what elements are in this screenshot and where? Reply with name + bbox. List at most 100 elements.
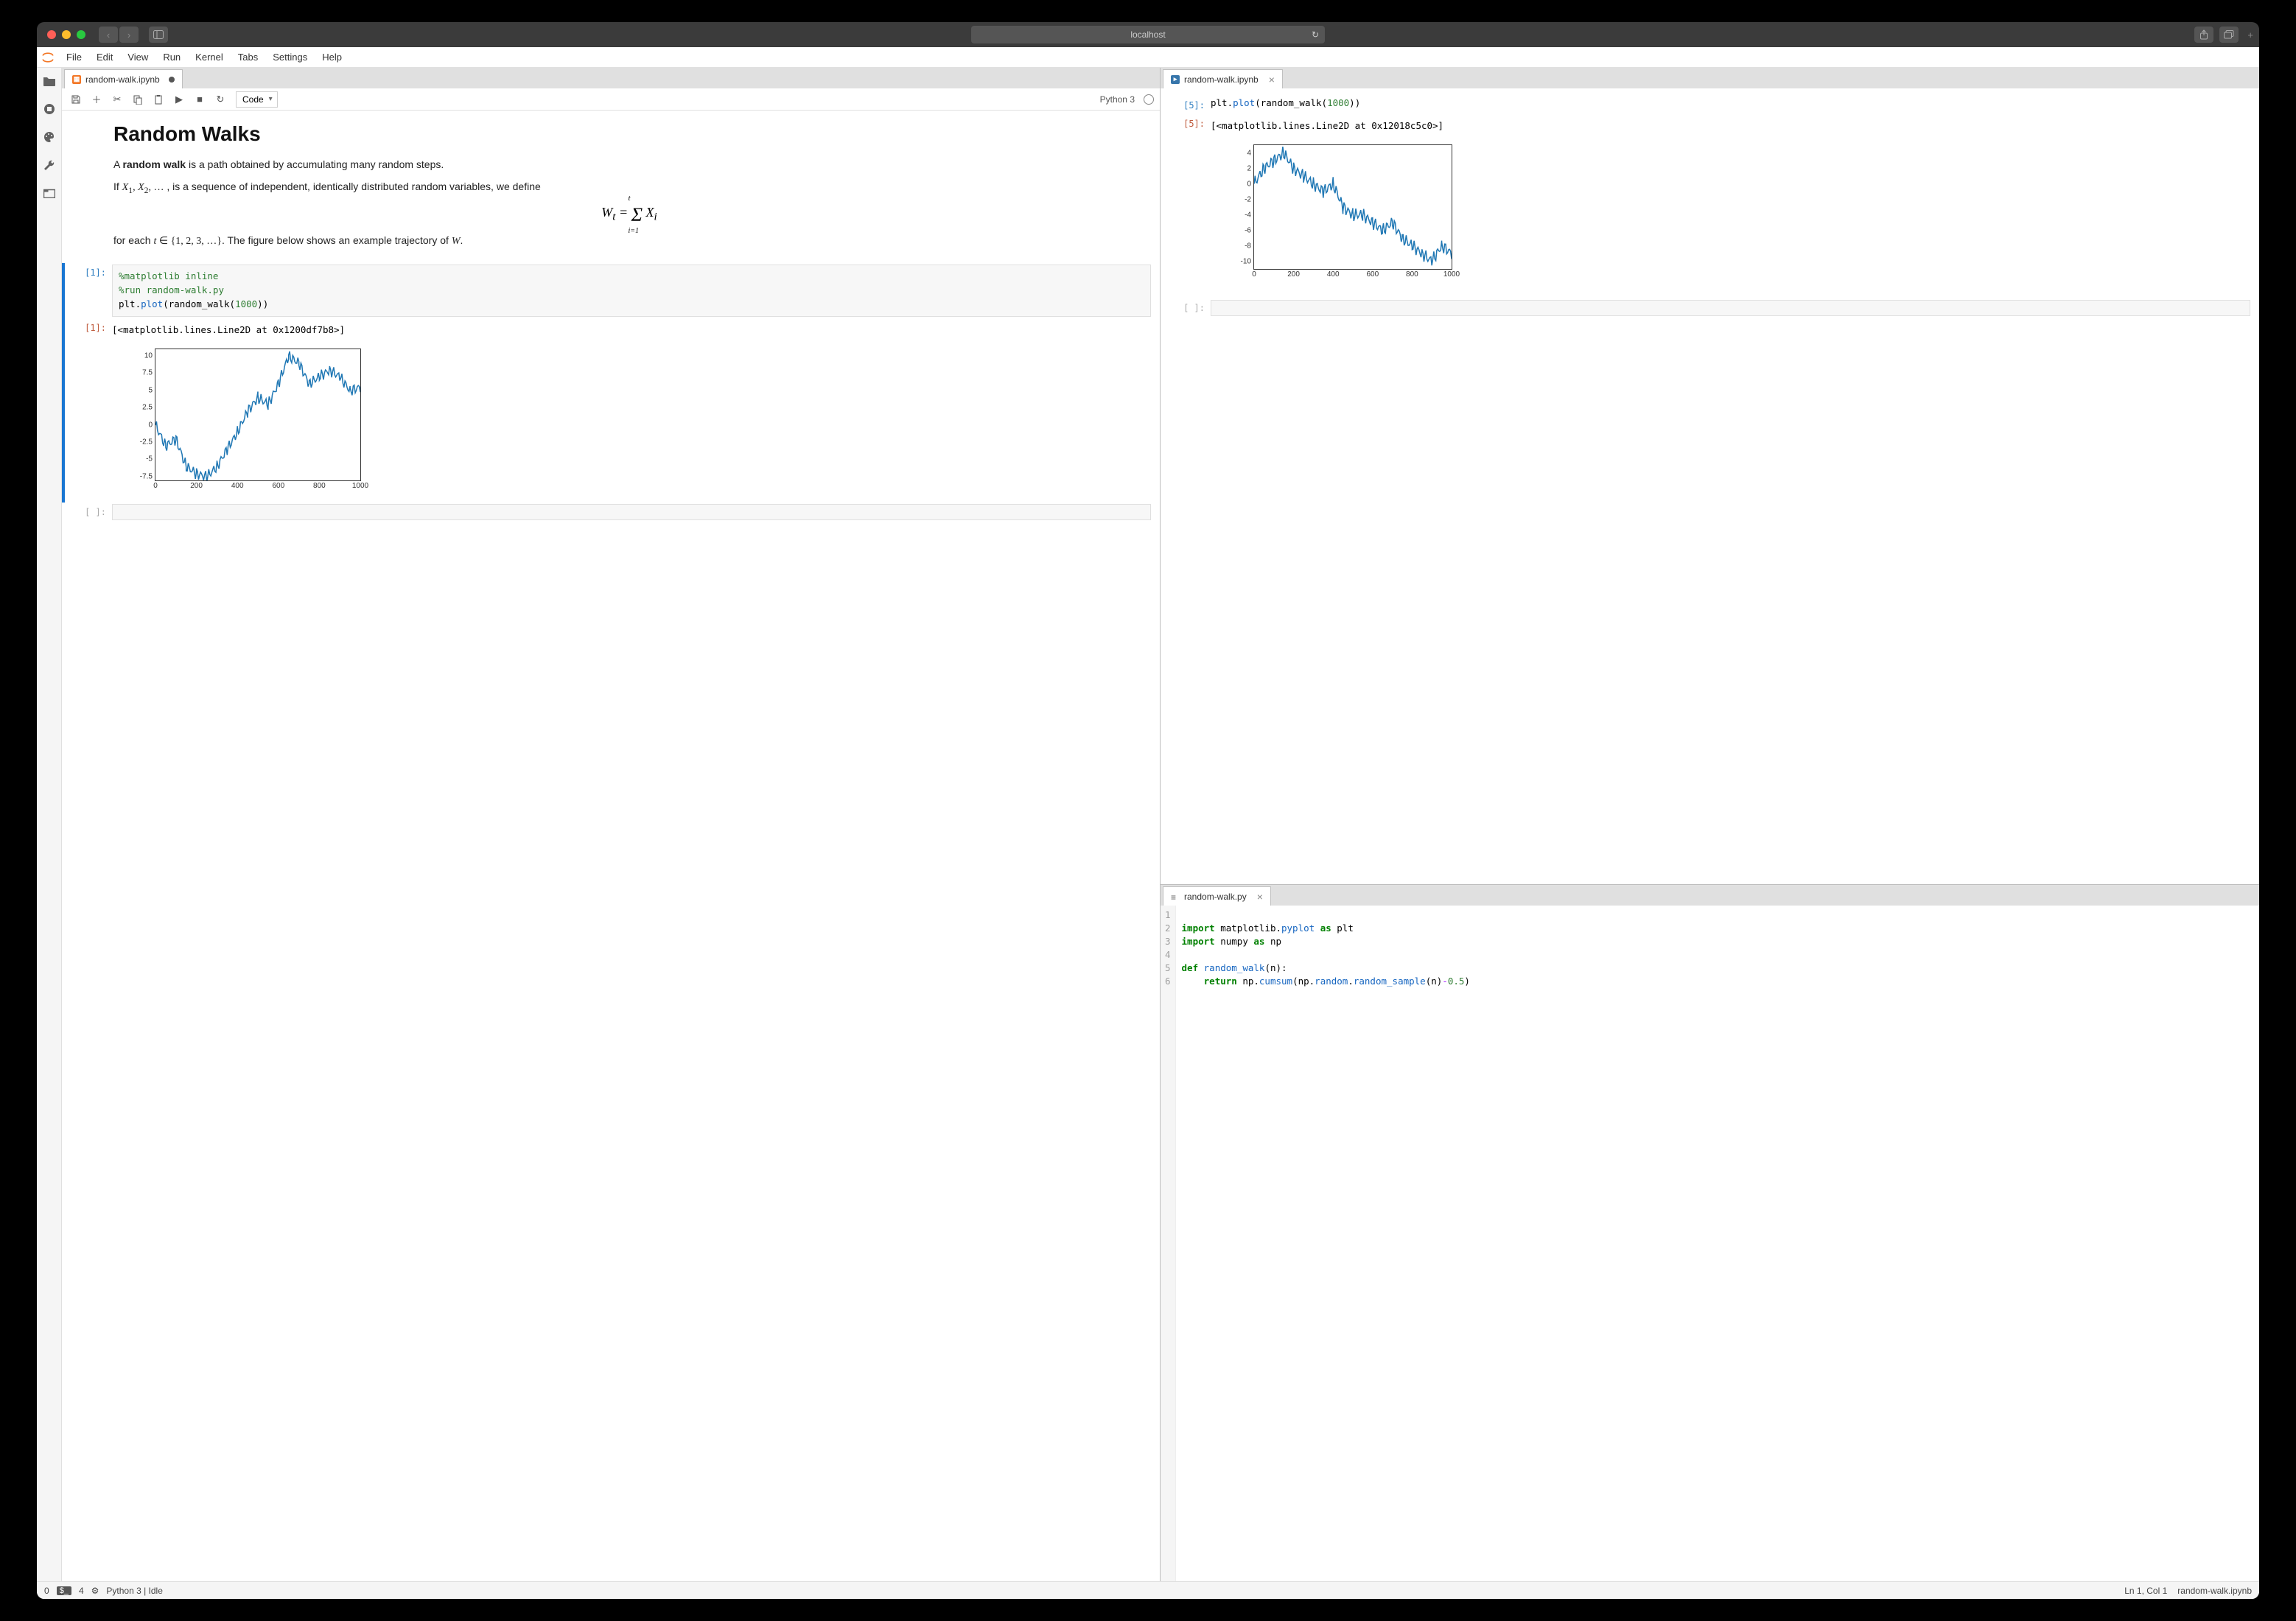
code-cell-5-output: [5]: [<matplotlib.lines.Line2D at 0x1201… xyxy=(1161,114,2259,291)
address-text: localhost xyxy=(1130,29,1165,40)
output-figure-left: -7.5-5-2.502.557.51002004006008001000 xyxy=(112,340,367,499)
menu-file[interactable]: File xyxy=(59,47,89,67)
zoom-window-button[interactable] xyxy=(77,30,85,39)
address-bar[interactable]: localhost ↻ xyxy=(971,26,1325,43)
share-button[interactable] xyxy=(2194,27,2213,43)
notebook-body-left[interactable]: Random Walks A random walk is a path obt… xyxy=(62,111,1160,1581)
run-button[interactable]: ▶ xyxy=(171,91,187,108)
input-prompt: [1]: xyxy=(65,265,112,316)
menu-run[interactable]: Run xyxy=(155,47,188,67)
status-cursor-pos: Ln 1, Col 1 xyxy=(2124,1586,2167,1596)
save-button[interactable] xyxy=(68,91,84,108)
folder-icon xyxy=(43,75,56,87)
menu-help[interactable]: Help xyxy=(315,47,349,67)
output-text: [<matplotlib.lines.Line2D at 0x12018c5c0… xyxy=(1211,116,2250,136)
right-top-panel: ▸ random-walk.ipynb × [5]: plt.plot(rand… xyxy=(1161,68,2259,885)
output-text: [<matplotlib.lines.Line2D at 0x1200df7b8… xyxy=(112,320,1151,340)
forward-button[interactable]: › xyxy=(119,27,139,43)
code-cell-5[interactable]: [5]: plt.plot(random_walk(1000)) xyxy=(1161,96,2259,114)
restart-button[interactable]: ↻ xyxy=(212,91,228,108)
right-dock: ▸ random-walk.ipynb × [5]: plt.plot(rand… xyxy=(1161,68,2259,1581)
open-tabs-tab[interactable] xyxy=(42,186,57,200)
code-cell-1[interactable]: [1]: %matplotlib inline %run random-walk… xyxy=(62,263,1160,318)
empty-code-input[interactable] xyxy=(112,504,1151,520)
empty-code-cell-right[interactable]: [ ]: xyxy=(1161,298,2259,318)
stop-button[interactable]: ■ xyxy=(192,91,208,108)
terminal-icon[interactable]: $_ xyxy=(57,1586,71,1595)
file-browser-tab[interactable] xyxy=(42,74,57,88)
kernel-indicator[interactable] xyxy=(1144,94,1154,105)
empty-input-prompt: [ ]: xyxy=(1163,300,1211,316)
commands-tab[interactable] xyxy=(42,130,57,144)
menu-tabs[interactable]: Tabs xyxy=(231,47,265,67)
tab-random-walk-py[interactable]: ≡ random-walk.py × xyxy=(1163,886,1271,906)
empty-code-input[interactable] xyxy=(1211,300,2250,316)
menubar: File Edit View Run Kernel Tabs Settings … xyxy=(37,47,2259,68)
new-tab-button[interactable]: + xyxy=(2247,29,2253,41)
menu-settings[interactable]: Settings xyxy=(265,47,315,67)
left-iconbar xyxy=(37,68,62,1581)
tab-random-walk-notebook-right[interactable]: ▸ random-walk.ipynb × xyxy=(1163,69,1283,88)
browser-window: ‹ › localhost ↻ + File Edit xyxy=(37,22,2259,1599)
palette-icon xyxy=(43,131,56,143)
tab-label: random-walk.ipynb xyxy=(1184,74,1259,85)
output-prompt: [1]: xyxy=(65,320,112,501)
menu-view[interactable]: View xyxy=(120,47,155,67)
close-icon[interactable]: × xyxy=(1257,892,1263,902)
line-gutter: 123456 xyxy=(1161,906,1176,1581)
wrench-icon xyxy=(43,159,55,171)
sidebar-toggle-button[interactable] xyxy=(149,27,168,43)
dock-panel: ▦ random-walk.ipynb ＋ ✂ ▶ ■ ↻ xyxy=(62,68,2259,1581)
copy-button[interactable] xyxy=(130,91,146,108)
status-cog-icon[interactable]: ⚙ xyxy=(91,1586,99,1596)
paste-button[interactable] xyxy=(150,91,167,108)
minimize-window-button[interactable] xyxy=(62,30,71,39)
code-line-1 xyxy=(1182,908,1470,922)
tab-random-walk-notebook-left[interactable]: ▦ random-walk.ipynb xyxy=(64,69,183,88)
running-tab[interactable] xyxy=(42,102,57,116)
tools-tab[interactable] xyxy=(42,158,57,172)
code-line-4 xyxy=(1182,948,1470,962)
notebook-icon: ▦ xyxy=(72,75,81,84)
reload-icon[interactable]: ↻ xyxy=(1312,29,1319,40)
markdown-cell[interactable]: Random Walks A random walk is a path obt… xyxy=(62,111,1160,263)
status-kernel[interactable]: Python 3 | Idle xyxy=(106,1586,163,1596)
sidebar-icon xyxy=(153,30,164,39)
close-window-button[interactable] xyxy=(47,30,56,39)
text-file-icon: ≡ xyxy=(1171,892,1180,901)
tabs-button[interactable] xyxy=(2219,27,2239,43)
kernel-name[interactable]: Python 3 xyxy=(1100,94,1135,105)
code-cell-1-output: [1]: [<matplotlib.lines.Line2D at 0x1200… xyxy=(62,318,1160,503)
code-text: plt.plot(random_walk(1000)) xyxy=(1211,97,2250,113)
menu-kernel[interactable]: Kernel xyxy=(188,47,231,67)
main-area: ▦ random-walk.ipynb ＋ ✂ ▶ ■ ↻ xyxy=(37,68,2259,1581)
cut-button[interactable]: ✂ xyxy=(109,91,125,108)
equation: t Wt = Σ Xi i=1 xyxy=(113,204,1145,226)
text-editor[interactable]: 123456 import matplotlib.pyplot as plt i… xyxy=(1161,906,2259,1581)
tab-label: random-walk.py xyxy=(1184,892,1247,902)
share-icon xyxy=(2199,29,2208,40)
code-content[interactable]: import matplotlib.pyplot as plt import n… xyxy=(1176,906,1476,1581)
right-top-tabstrip: ▸ random-walk.ipynb × xyxy=(1161,68,2259,88)
jupyter-icon xyxy=(41,50,55,65)
code-input[interactable]: %matplotlib inline %run random-walk.py p… xyxy=(112,265,1151,316)
notebook-body-right[interactable]: [5]: plt.plot(random_walk(1000)) [5]: [<… xyxy=(1161,88,2259,884)
left-dock: ▦ random-walk.ipynb ＋ ✂ ▶ ■ ↻ xyxy=(62,68,1161,1581)
unsaved-indicator xyxy=(169,77,175,83)
back-button[interactable]: ‹ xyxy=(99,27,118,43)
jupyter-logo[interactable] xyxy=(37,47,59,68)
status-count-a: 0 xyxy=(44,1586,49,1596)
right-bottom-tabstrip: ≡ random-walk.py × xyxy=(1161,885,2259,906)
window-controls xyxy=(47,30,85,39)
tab-label: random-walk.ipynb xyxy=(85,74,160,85)
menu-edit[interactable]: Edit xyxy=(89,47,120,67)
close-icon[interactable]: × xyxy=(1269,74,1275,85)
cell-type-select[interactable]: Code xyxy=(236,91,278,108)
code-line-5: def random_walk(n): xyxy=(1182,962,1470,975)
statusbar: 0 $_ 4 ⚙ Python 3 | Idle Ln 1, Col 1 ran… xyxy=(37,1581,2259,1599)
cell-type-label: Code xyxy=(242,94,264,105)
code-line-3: import numpy as np xyxy=(1182,935,1470,948)
empty-code-cell-left[interactable]: [ ]: xyxy=(62,503,1160,522)
insert-cell-button[interactable]: ＋ xyxy=(88,91,105,108)
md-paragraph-1: A random walk is a path obtained by accu… xyxy=(113,156,1145,172)
